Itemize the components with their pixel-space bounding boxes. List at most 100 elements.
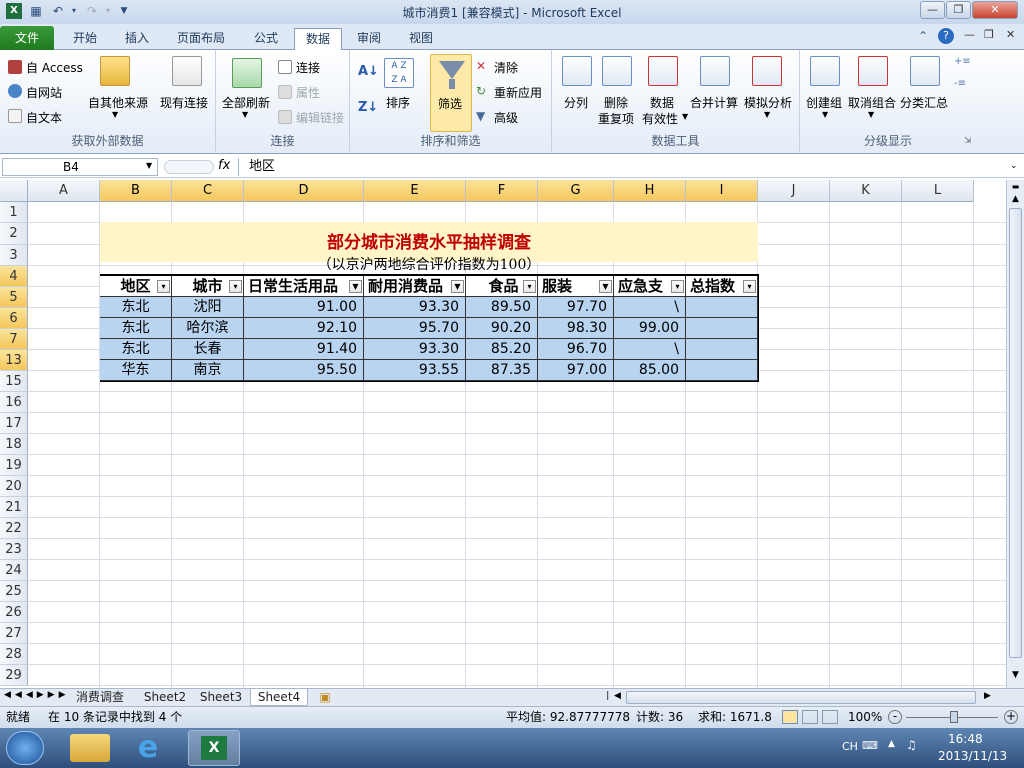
column-header-a[interactable]: A (28, 180, 100, 202)
properties-button[interactable]: 属性 (296, 84, 320, 101)
filter-active-icon[interactable]: ▼ (599, 280, 612, 293)
table-cell[interactable]: 东北 (100, 318, 172, 339)
table-header-cell[interactable]: 日常生活用品 (244, 276, 364, 297)
refresh-dropdown-icon[interactable]: ▼ (242, 110, 248, 119)
row-header-7[interactable]: 7 (0, 329, 28, 350)
table-cell[interactable]: 95.70 (364, 318, 466, 339)
customize-qat-icon[interactable]: ▼ (116, 3, 132, 19)
filter-button[interactable]: 筛选 (430, 54, 472, 132)
filter-active-icon[interactable]: ▼ (451, 280, 464, 293)
tab-insert[interactable]: 插入 (114, 28, 160, 50)
tab-page-layout[interactable]: 页面布局 (168, 28, 234, 50)
internet-explorer-icon[interactable]: e (130, 732, 166, 764)
row-header-1[interactable]: 1 (0, 202, 28, 223)
minimize-ribbon-icon[interactable]: ⌃ (918, 29, 928, 43)
table-cell[interactable]: \ (614, 297, 686, 318)
vertical-scroll-thumb[interactable] (1009, 208, 1022, 658)
table-cell[interactable]: 97.70 (538, 297, 614, 318)
name-box[interactable]: B4 (2, 158, 158, 176)
table-cell[interactable]: 华东 (100, 360, 172, 381)
from-web-button[interactable]: 自网站 (26, 84, 62, 101)
advanced-button[interactable]: 高级 (494, 109, 518, 126)
undo-dropdown-icon[interactable]: ▾ (66, 3, 82, 19)
row-header-5[interactable]: 5 (0, 287, 28, 308)
scroll-up-icon[interactable]: ▲ (1009, 194, 1022, 208)
table-cell[interactable] (686, 318, 758, 339)
scroll-down-icon[interactable]: ▼ (1009, 670, 1022, 684)
from-access-button[interactable]: 自 Access (26, 59, 83, 76)
other-sources-dropdown-icon[interactable]: ▼ (112, 110, 118, 119)
row-header-23[interactable]: 23 (0, 539, 28, 560)
sheet-tab-sheet4[interactable]: Sheet4 (250, 689, 308, 706)
table-cell[interactable]: 东北 (100, 339, 172, 360)
clock-date[interactable]: 2013/11/13 (938, 749, 1007, 763)
table-cell[interactable]: 89.50 (466, 297, 538, 318)
remove-duplicates-line1[interactable]: 删除 (604, 94, 628, 111)
subtotal-button[interactable]: 分类汇总 (900, 94, 948, 111)
row-header-13[interactable]: 13 (0, 350, 28, 371)
filter-dropdown-icon[interactable]: ▾ (743, 280, 756, 293)
data-validation-line1[interactable]: 数据 (650, 94, 674, 111)
group-button[interactable]: 创建组 (806, 94, 842, 111)
restore-button[interactable]: ❐ (946, 1, 971, 19)
excel-taskbar-button[interactable]: X (188, 730, 240, 766)
worksheet-grid[interactable]: ABCDEFGHIJKL 1 2 3 4 5 6 7 13 15 16 17 18 19 20 21 22 23… (0, 180, 1006, 688)
redo-dropdown-icon[interactable]: ▾ (100, 3, 116, 19)
row-header-20[interactable]: 20 (0, 476, 28, 497)
row-header-3[interactable]: 3 (0, 245, 28, 266)
table-cell[interactable]: 91.40 (244, 339, 364, 360)
table-cell[interactable]: 长春 (172, 339, 244, 360)
column-header-e[interactable]: E (364, 180, 466, 202)
table-cell[interactable]: 99.00 (614, 318, 686, 339)
existing-connections-button[interactable]: 现有连接 (160, 94, 208, 111)
table-cell[interactable]: \ (614, 339, 686, 360)
column-header-f[interactable]: F (466, 180, 538, 202)
row-header-4[interactable]: 4 (0, 266, 28, 287)
clear-button[interactable]: 清除 (494, 59, 518, 76)
show-detail-icon[interactable]: +≡ (954, 56, 971, 67)
formula-bar-splitter[interactable] (164, 160, 214, 174)
filter-dropdown-icon[interactable]: ▾ (523, 280, 536, 293)
zoom-out-icon[interactable]: - (888, 710, 902, 724)
table-cell[interactable]: 93.55 (364, 360, 466, 381)
column-header-d[interactable]: D (244, 180, 364, 202)
table-cell[interactable]: 98.30 (538, 318, 614, 339)
row-header-16[interactable]: 16 (0, 392, 28, 413)
tab-file[interactable]: 文件 (0, 26, 54, 50)
text-to-columns-button[interactable]: 分列 (564, 94, 588, 111)
column-header-g[interactable]: G (538, 180, 614, 202)
tray-expand-icon[interactable]: ▲ (888, 739, 895, 749)
formula-input[interactable]: 地区 (238, 158, 1008, 176)
table-cell[interactable] (686, 360, 758, 381)
edit-links-button[interactable]: 编辑链接 (296, 109, 344, 126)
redo-icon[interactable]: ↷ (84, 3, 100, 19)
wb-minimize-icon[interactable]: — (964, 28, 975, 41)
sort-desc-icon[interactable]: Z↓ (358, 100, 378, 115)
row-header-29[interactable]: 29 (0, 665, 28, 686)
volume-icon[interactable]: ♫ (906, 738, 917, 752)
table-cell[interactable]: 85.20 (466, 339, 538, 360)
help-icon[interactable]: ? (938, 28, 954, 44)
filter-dropdown-icon[interactable]: ▾ (671, 280, 684, 293)
other-sources-button[interactable]: 自其他来源 (88, 94, 148, 111)
validation-dropdown-icon[interactable]: ▼ (682, 112, 688, 121)
sort-button[interactable]: 排序 (386, 94, 410, 111)
row-header-2[interactable]: 2 (0, 223, 28, 245)
ungroup-dropdown-icon[interactable]: ▼ (868, 110, 874, 119)
column-header-l[interactable]: L (902, 180, 974, 202)
horizontal-scroll-thumb[interactable] (626, 691, 976, 704)
wb-restore-icon[interactable]: ❐ (984, 28, 994, 41)
filter-dropdown-icon[interactable]: ▾ (157, 280, 170, 293)
from-text-button[interactable]: 自文本 (26, 109, 62, 126)
table-cell[interactable]: 85.00 (614, 360, 686, 381)
outline-dialog-launcher-icon[interactable]: ⇲ (964, 136, 972, 146)
select-all-corner[interactable] (0, 180, 28, 202)
row-header-19[interactable]: 19 (0, 455, 28, 476)
tab-home[interactable]: 开始 (62, 28, 108, 50)
row-header-26[interactable]: 26 (0, 602, 28, 623)
save-icon[interactable]: ▦ (28, 3, 44, 19)
wb-close-icon[interactable]: ✕ (1006, 28, 1015, 41)
start-button[interactable] (6, 731, 44, 765)
row-header-22[interactable]: 22 (0, 518, 28, 539)
column-header-c[interactable]: C (172, 180, 244, 202)
